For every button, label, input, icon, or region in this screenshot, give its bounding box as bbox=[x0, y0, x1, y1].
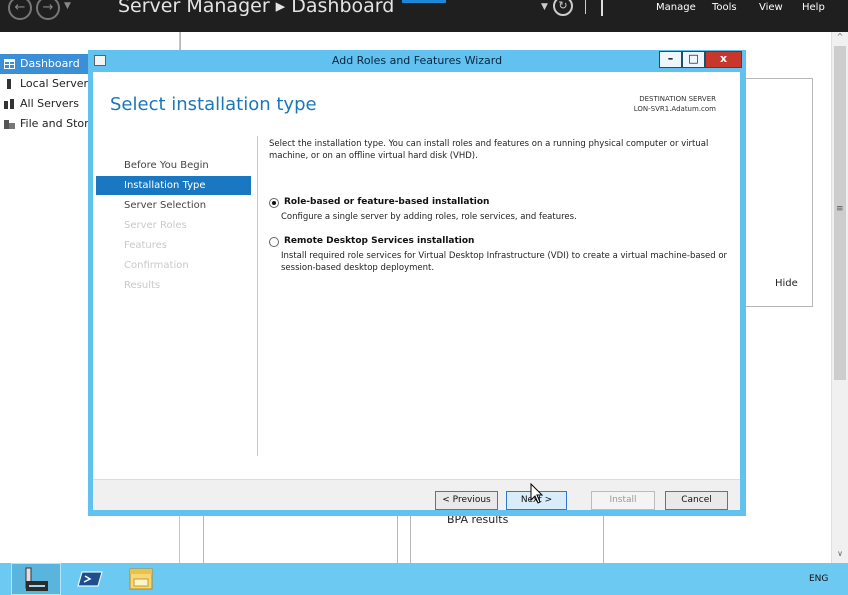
step-label: Features bbox=[124, 240, 167, 251]
maximize-icon[interactable]: □ bbox=[682, 51, 705, 68]
language-indicator[interactable]: ENG bbox=[809, 574, 828, 584]
bg-tile-border bbox=[603, 516, 604, 563]
header-divider bbox=[585, 0, 586, 14]
destination-server-label: DESTINATION SERVER bbox=[639, 95, 716, 103]
previous-button[interactable]: < Previous bbox=[435, 491, 498, 510]
vertical-scrollbar[interactable]: ^ ≡ ∨ bbox=[831, 32, 848, 563]
scroll-grip-icon: ≡ bbox=[836, 204, 844, 214]
radio-role-based[interactable] bbox=[269, 198, 279, 208]
minimize-icon[interactable]: – bbox=[659, 51, 682, 68]
mouse-cursor-icon bbox=[530, 483, 544, 504]
page-title: Server Manager ▸ Dashboard bbox=[118, 0, 395, 17]
taskbar-powershell[interactable] bbox=[76, 563, 106, 595]
option-description: Configure a single server by adding role… bbox=[281, 212, 577, 222]
option-title: Remote Desktop Services installation bbox=[284, 236, 475, 246]
install-button: Install bbox=[591, 491, 655, 510]
wizard-content: Select the installation type. You can in… bbox=[269, 138, 729, 273]
taskbar-file-explorer[interactable] bbox=[126, 563, 156, 595]
wizard-heading: Select installation type bbox=[110, 94, 317, 115]
bg-tile-border bbox=[180, 32, 181, 50]
wizard-client-area: Select installation type DESTINATION SER… bbox=[93, 72, 740, 510]
taskbar: ENG bbox=[0, 563, 848, 595]
step-server-selection[interactable]: Server Selection bbox=[96, 196, 251, 215]
destination-server-name: LON-SVR1.Adatum.com bbox=[633, 105, 716, 113]
step-installation-type[interactable]: Installation Type bbox=[96, 176, 251, 195]
sidebar-item-label: Dashboard bbox=[20, 57, 80, 70]
menu-help[interactable]: Help bbox=[802, 2, 825, 13]
hide-link[interactable]: Hide bbox=[775, 278, 798, 289]
step-label: Installation Type bbox=[124, 180, 206, 191]
refresh-dropdown-icon[interactable]: ▼ bbox=[541, 2, 548, 12]
dashboard-icon bbox=[4, 59, 15, 69]
step-before-you-begin[interactable]: Before You Begin bbox=[96, 156, 251, 175]
server-manager-header: ← → ▼ Server Manager ▸ Dashboard ▼ ↻ Man… bbox=[0, 0, 848, 32]
notification-strip bbox=[402, 0, 446, 3]
step-label: Results bbox=[124, 280, 161, 291]
step-label: Before You Begin bbox=[124, 160, 209, 171]
step-label: Server Roles bbox=[124, 220, 187, 231]
option-title: Role-based or feature-based installation bbox=[284, 197, 490, 207]
menu-tools[interactable]: Tools bbox=[712, 2, 737, 13]
step-label: Confirmation bbox=[124, 260, 189, 271]
step-server-roles: Server Roles bbox=[96, 216, 251, 235]
servers-icon bbox=[4, 99, 14, 109]
wizard-titlebar[interactable]: Add Roles and Features Wizard – □ x bbox=[88, 50, 746, 72]
menu-manage[interactable]: Manage bbox=[656, 2, 696, 13]
step-features: Features bbox=[96, 236, 251, 255]
close-icon[interactable]: x bbox=[705, 51, 742, 68]
storage-icon bbox=[4, 120, 15, 129]
folder-icon bbox=[129, 568, 153, 590]
refresh-icon[interactable]: ↻ bbox=[553, 0, 573, 16]
step-results: Results bbox=[96, 276, 251, 295]
intro-text: Select the installation type. You can in… bbox=[269, 139, 709, 161]
add-roles-wizard-window: Add Roles and Features Wizard – □ x Sele… bbox=[88, 50, 746, 516]
bg-welcome-panel bbox=[744, 78, 813, 307]
nav-divider bbox=[257, 136, 258, 456]
radio-remote-desktop[interactable] bbox=[269, 237, 279, 247]
server-icon bbox=[7, 79, 11, 89]
scroll-down-icon[interactable]: ∨ bbox=[832, 549, 848, 563]
powershell-icon bbox=[77, 571, 103, 587]
cancel-button[interactable]: Cancel bbox=[665, 491, 728, 510]
menu-view[interactable]: View bbox=[759, 2, 783, 13]
scroll-up-icon[interactable]: ^ bbox=[832, 32, 848, 46]
sidebar-item-label: All Servers bbox=[20, 97, 79, 110]
wizard-button-bar: < Previous Next > Install Cancel bbox=[93, 479, 740, 510]
back-arrow-icon[interactable]: ← bbox=[8, 0, 32, 20]
option-description: Install required role services for Virtu… bbox=[281, 251, 728, 273]
wizard-title: Add Roles and Features Wizard bbox=[331, 54, 503, 67]
notifications-flag-icon[interactable] bbox=[600, 0, 612, 16]
sidebar-item-label: Local Server bbox=[20, 77, 89, 90]
forward-arrow-icon[interactable]: → bbox=[36, 0, 60, 20]
bg-tile-border bbox=[203, 516, 204, 563]
history-dropdown-icon[interactable]: ▼ bbox=[64, 1, 71, 11]
taskbar-server-manager[interactable] bbox=[11, 563, 61, 595]
step-confirmation: Confirmation bbox=[96, 256, 251, 275]
window-controls: – □ x bbox=[659, 51, 742, 69]
step-label: Server Selection bbox=[124, 200, 207, 211]
server-manager-icon bbox=[25, 567, 48, 591]
bg-tile-border bbox=[410, 516, 411, 563]
bg-tile-border bbox=[397, 516, 398, 563]
